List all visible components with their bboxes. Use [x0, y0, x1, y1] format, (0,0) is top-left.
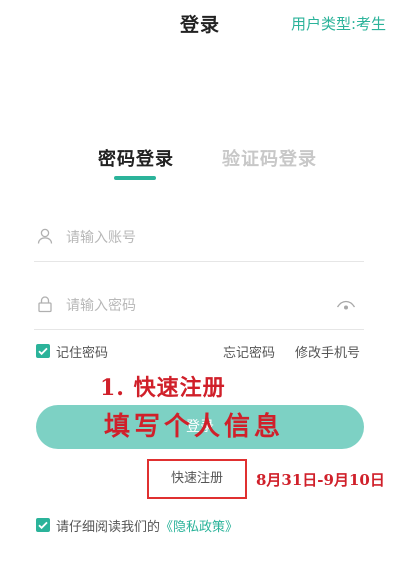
check-icon	[36, 344, 50, 358]
privacy-notice: 请仔细阅读我们的《隐私政策》	[56, 516, 238, 535]
user-type-selector[interactable]: 用户类型:考生	[291, 13, 386, 34]
remember-password-checkbox[interactable]	[36, 344, 50, 358]
person-icon	[36, 227, 54, 245]
annotation-step-title: 1. 快速注册	[100, 375, 226, 401]
active-tab-indicator	[114, 176, 156, 180]
annotation-date-range: 8月31日-9月10日	[256, 471, 385, 489]
quick-register-button[interactable]: 快速注册	[147, 459, 247, 499]
change-phone-link[interactable]: 修改手机号	[295, 342, 360, 361]
remember-password-label: 记住密码	[56, 346, 109, 361]
privacy-policy-link[interactable]: 《隐私政策》	[160, 520, 238, 535]
password-field	[34, 281, 364, 330]
password-input[interactable]	[64, 291, 328, 321]
account-field	[34, 213, 364, 262]
annotation-step-detail: 填写个人信息	[104, 412, 285, 442]
tab-password-login[interactable]: 密码登录	[98, 145, 174, 171]
lock-icon	[36, 295, 54, 313]
privacy-prefix: 请仔细阅读我们的	[56, 520, 161, 535]
check-icon	[36, 518, 50, 532]
tab-code-login[interactable]: 验证码登录	[222, 145, 317, 171]
account-input[interactable]	[64, 223, 328, 253]
privacy-agree-checkbox[interactable]	[36, 518, 50, 532]
eye-icon[interactable]	[336, 298, 356, 312]
forgot-password-link[interactable]: 忘记密码	[223, 342, 275, 361]
